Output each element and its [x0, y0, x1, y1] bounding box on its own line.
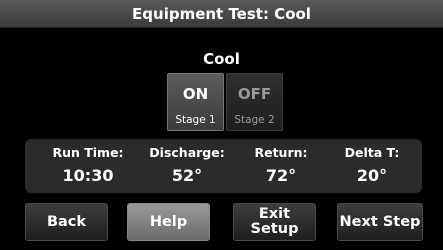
discharge-value: 52°: [171, 166, 203, 185]
return-value: 72°: [265, 166, 297, 185]
readings-panel: Run Time: 10:30 Discharge: 52° Return: 7…: [25, 139, 422, 193]
toggle-stage-2-label: Stage 2: [234, 114, 275, 126]
exit-setup-line2: Setup: [250, 221, 299, 237]
next-step-button-label: Next Step: [339, 213, 421, 230]
run-time-label: Run Time:: [52, 145, 124, 160]
stage-1-on-toggle[interactable]: ON Stage 1: [167, 73, 224, 131]
delta-t-reading: Delta T: 20°: [322, 139, 422, 185]
toggle-stage-1-label: Stage 1: [175, 114, 216, 126]
return-reading: Return: 72°: [231, 139, 331, 185]
page-title: Equipment Test: Cool: [132, 5, 311, 23]
toggle-on-label: ON: [182, 85, 209, 103]
discharge-label: Discharge:: [149, 145, 225, 160]
run-time-reading: Run Time: 10:30: [38, 139, 138, 185]
next-step-button[interactable]: Next Step: [337, 203, 423, 241]
stage-2-off-toggle[interactable]: OFF Stage 2: [226, 73, 283, 131]
delta-t-label: Delta T:: [344, 145, 400, 160]
back-button[interactable]: Back: [25, 203, 108, 241]
exit-setup-line1: Exit: [258, 206, 291, 222]
back-button-label: Back: [46, 213, 87, 230]
run-time-value: 10:30: [62, 166, 114, 185]
toggle-off-label: OFF: [237, 85, 272, 103]
exit-setup-button[interactable]: Exit Setup: [233, 203, 316, 241]
title-bar: Equipment Test: Cool: [0, 0, 443, 28]
mode-title: Cool: [203, 50, 240, 68]
discharge-reading: Discharge: 52°: [137, 139, 237, 185]
help-button-label: Help: [149, 213, 188, 230]
exit-setup-label: Exit Setup: [251, 207, 299, 237]
help-button[interactable]: Help: [127, 203, 210, 241]
delta-t-value: 20°: [356, 166, 388, 185]
return-label: Return:: [254, 145, 308, 160]
